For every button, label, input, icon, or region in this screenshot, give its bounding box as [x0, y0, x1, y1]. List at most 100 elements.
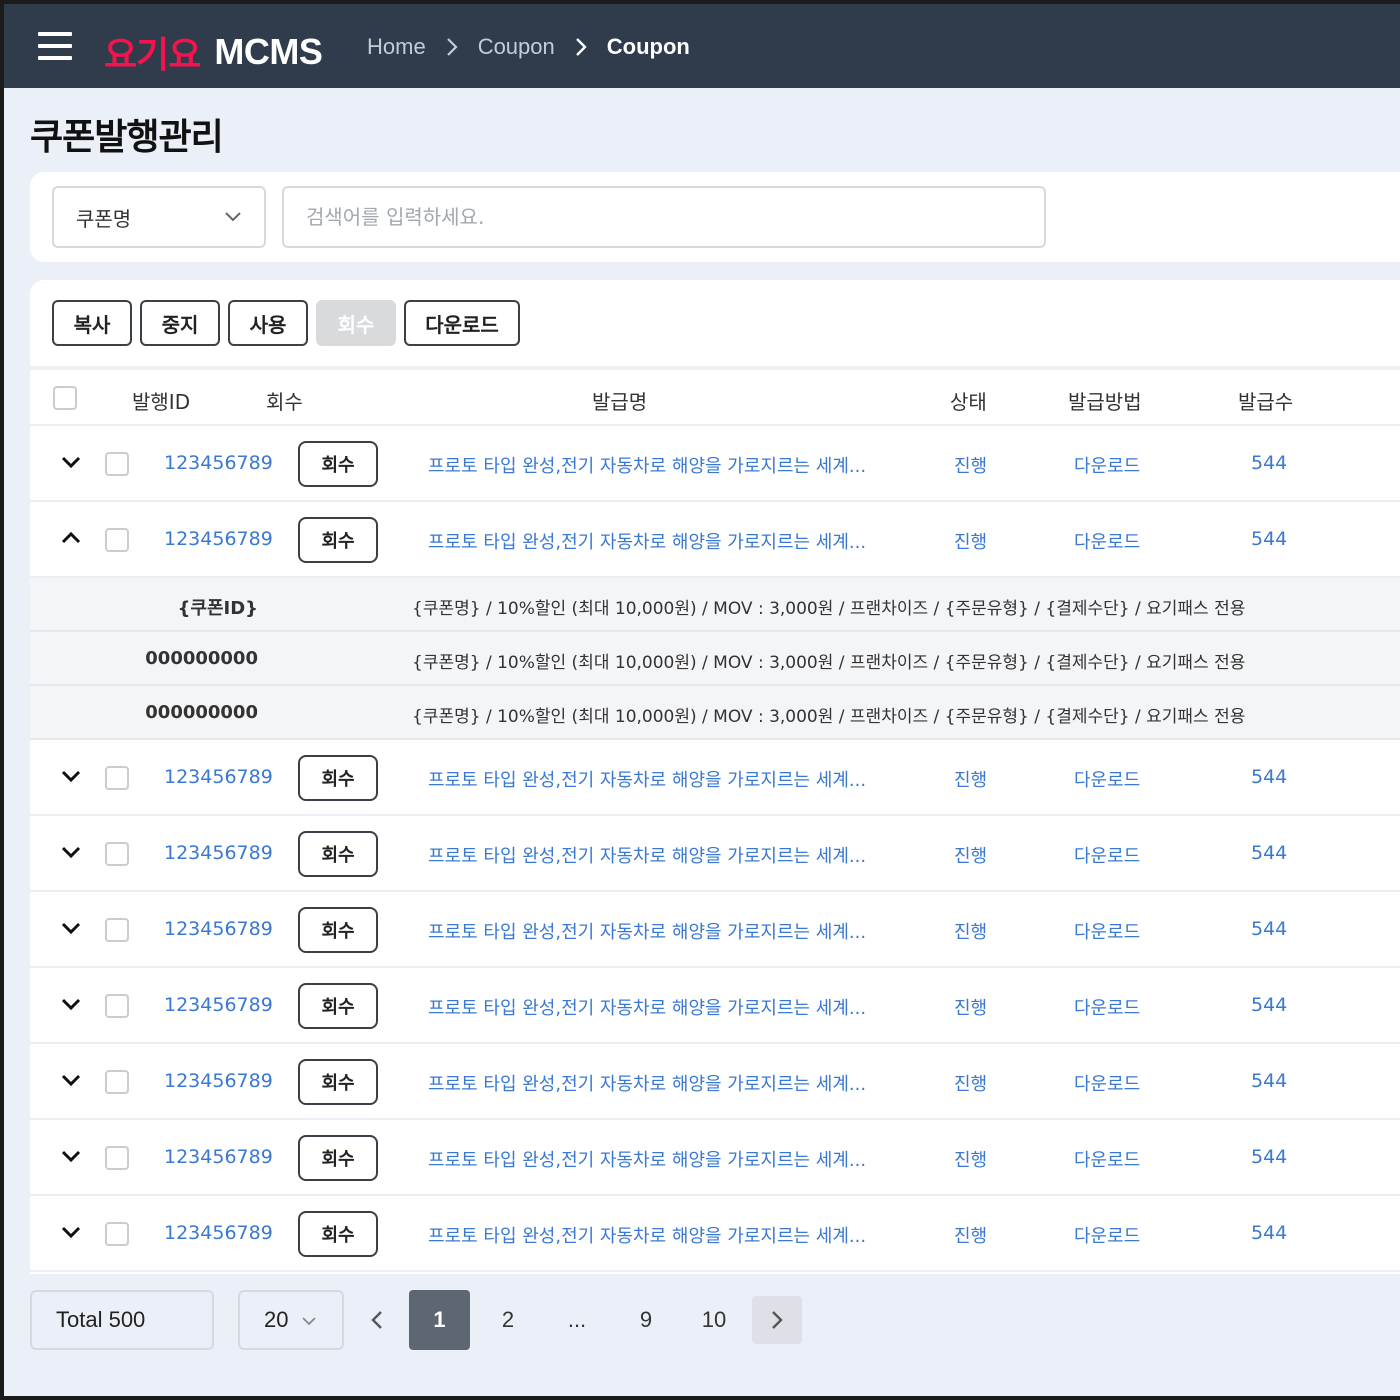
coupon-issue-name[interactable]: 프로토 타입 완성,전기 자동차로 해양을 가로지르는 세계...: [428, 918, 866, 944]
status-link[interactable]: 진행: [954, 918, 987, 944]
status-link[interactable]: 진행: [954, 452, 987, 478]
status-link[interactable]: 진행: [954, 766, 987, 792]
coupon-issue-id[interactable]: 123456789: [164, 1070, 273, 1092]
coupon-id: 000000000: [145, 648, 258, 669]
column-header-method: 발급방법: [1068, 390, 1142, 414]
total-count: Total 500: [30, 1290, 214, 1350]
brand-logo[interactable]: 요기요 MCMS: [104, 26, 323, 78]
row-checkbox[interactable]: [105, 766, 129, 790]
coupon-issue-name[interactable]: 프로토 타입 완성,전기 자동차로 해양을 가로지르는 세계...: [428, 766, 866, 792]
coupon-issue-name[interactable]: 프로토 타입 완성,전기 자동차로 해양을 가로지르는 세계...: [428, 1222, 866, 1248]
status-link[interactable]: 진행: [954, 842, 987, 868]
chevron-down-icon[interactable]: [60, 996, 82, 1012]
issue-method-link[interactable]: 다운로드: [1074, 1222, 1140, 1248]
coupon-issue-name[interactable]: 프로토 타입 완성,전기 자동차로 해양을 가로지르는 세계...: [428, 1070, 866, 1096]
chevron-down-icon[interactable]: [60, 1072, 82, 1088]
page-button-10[interactable]: 10: [694, 1290, 734, 1350]
status-link[interactable]: 진행: [954, 1070, 987, 1096]
breadcrumb-home[interactable]: Home: [367, 34, 426, 60]
coupon-id: {쿠폰ID}: [177, 598, 258, 619]
coupon-id: 000000000: [145, 702, 258, 723]
use-button[interactable]: 사용: [228, 300, 308, 346]
coupon-issue-name[interactable]: 프로토 타입 완성,전기 자동차로 해양을 가로지르는 세계...: [428, 452, 866, 478]
coupon-issue-id[interactable]: 123456789: [164, 766, 273, 788]
chevron-down-icon[interactable]: [60, 844, 82, 860]
pagination: Total 500 20 1 2 ... 9 10: [30, 1290, 1400, 1352]
chevron-down-icon: [302, 1317, 316, 1326]
search-field-select[interactable]: 쿠폰명: [52, 186, 266, 248]
coupon-issue-name[interactable]: 프로토 타입 완성,전기 자동차로 해양을 가로지르는 세계...: [428, 528, 866, 554]
row-checkbox[interactable]: [105, 1070, 129, 1094]
chevron-down-icon[interactable]: [60, 768, 82, 784]
coupon-issue-id[interactable]: 123456789: [164, 452, 273, 474]
search-input[interactable]: [282, 186, 1046, 248]
issue-method-link[interactable]: 다운로드: [1074, 994, 1140, 1020]
issue-count-link[interactable]: 544: [1251, 1146, 1287, 1168]
issue-method-link[interactable]: 다운로드: [1074, 1146, 1140, 1172]
row-checkbox[interactable]: [105, 918, 129, 942]
issue-method-link[interactable]: 다운로드: [1074, 766, 1140, 792]
coupon-issue-id[interactable]: 123456789: [164, 528, 273, 550]
row-revoke-button[interactable]: 회수: [298, 441, 378, 487]
prev-page-button[interactable]: [360, 1290, 394, 1350]
coupon-issue-id[interactable]: 123456789: [164, 994, 273, 1016]
row-checkbox[interactable]: [105, 1146, 129, 1170]
revoke-button[interactable]: 회수: [316, 300, 396, 346]
coupon-issue-id[interactable]: 123456789: [164, 842, 273, 864]
row-revoke-button[interactable]: 회수: [298, 831, 378, 877]
next-page-button[interactable]: [752, 1296, 802, 1344]
issue-count-link[interactable]: 544: [1251, 994, 1287, 1016]
row-revoke-button[interactable]: 회수: [298, 1059, 378, 1105]
row-revoke-button[interactable]: 회수: [298, 983, 378, 1029]
coupon-issue-name[interactable]: 프로토 타입 완성,전기 자동차로 해양을 가로지르는 세계...: [428, 994, 866, 1020]
status-link[interactable]: 진행: [954, 528, 987, 554]
select-all-checkbox[interactable]: [53, 386, 77, 410]
column-header-count: 발급수: [1238, 390, 1294, 414]
issue-count-link[interactable]: 544: [1251, 528, 1287, 550]
row-revoke-button[interactable]: 회수: [298, 907, 378, 953]
page-size-select[interactable]: 20: [238, 1290, 344, 1350]
row-revoke-button[interactable]: 회수: [298, 1135, 378, 1181]
chevron-down-icon[interactable]: [60, 1148, 82, 1164]
coupon-issue-name[interactable]: 프로토 타입 완성,전기 자동차로 해양을 가로지르는 세계...: [428, 842, 866, 868]
issue-method-link[interactable]: 다운로드: [1074, 452, 1140, 478]
chevron-down-icon[interactable]: [60, 920, 82, 936]
status-link[interactable]: 진행: [954, 1222, 987, 1248]
chevron-down-icon[interactable]: [60, 1224, 82, 1240]
issue-method-link[interactable]: 다운로드: [1074, 528, 1140, 554]
coupon-issue-id[interactable]: 123456789: [164, 918, 273, 940]
page-button-2[interactable]: 2: [488, 1290, 528, 1350]
row-checkbox[interactable]: [105, 1222, 129, 1246]
coupon-issue-id[interactable]: 123456789: [164, 1222, 273, 1244]
page-button-9[interactable]: 9: [626, 1290, 666, 1350]
row-revoke-button[interactable]: 회수: [298, 517, 378, 563]
chevron-up-icon[interactable]: [60, 530, 82, 546]
status-link[interactable]: 진행: [954, 994, 987, 1020]
download-button[interactable]: 다운로드: [404, 300, 520, 346]
page-button-1[interactable]: 1: [409, 1290, 470, 1350]
row-checkbox[interactable]: [105, 452, 129, 476]
coupon-issue-name[interactable]: 프로토 타입 완성,전기 자동차로 해양을 가로지르는 세계...: [428, 1146, 866, 1172]
issue-count-link[interactable]: 544: [1251, 1222, 1287, 1244]
issue-method-link[interactable]: 다운로드: [1074, 842, 1140, 868]
issue-count-link[interactable]: 544: [1251, 1070, 1287, 1092]
issue-method-link[interactable]: 다운로드: [1074, 1070, 1140, 1096]
issue-count-link[interactable]: 544: [1251, 766, 1287, 788]
row-checkbox[interactable]: [105, 528, 129, 552]
issue-count-link[interactable]: 544: [1251, 918, 1287, 940]
issue-method-link[interactable]: 다운로드: [1074, 918, 1140, 944]
chevron-down-icon[interactable]: [60, 454, 82, 470]
issue-count-link[interactable]: 544: [1251, 842, 1287, 864]
breadcrumb-coupon[interactable]: Coupon: [478, 34, 555, 60]
copy-button[interactable]: 복사: [52, 300, 132, 346]
breadcrumb-current: Coupon: [606, 34, 690, 59]
row-checkbox[interactable]: [105, 842, 129, 866]
status-link[interactable]: 진행: [954, 1146, 987, 1172]
row-revoke-button[interactable]: 회수: [298, 755, 378, 801]
issue-count-link[interactable]: 544: [1251, 452, 1287, 474]
coupon-issue-id[interactable]: 123456789: [164, 1146, 273, 1168]
menu-icon[interactable]: [38, 32, 72, 60]
row-revoke-button[interactable]: 회수: [298, 1211, 378, 1257]
stop-button[interactable]: 중지: [140, 300, 220, 346]
row-checkbox[interactable]: [105, 994, 129, 1018]
